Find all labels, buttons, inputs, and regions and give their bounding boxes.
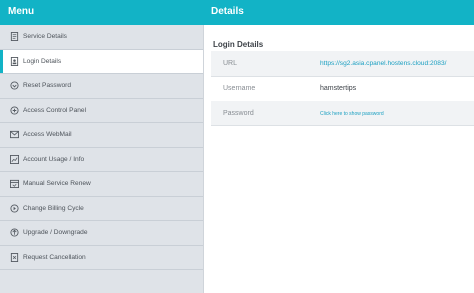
show-password-link[interactable]: Click here to show password: [320, 111, 384, 117]
row-divider: [211, 125, 474, 126]
url-row: URL https://sg2.asia.cpanel.hostens.clou…: [211, 51, 474, 76]
login-icon: [10, 56, 19, 66]
url-label: URL: [223, 60, 238, 67]
document-icon: [10, 32, 19, 42]
upgrade-icon: [10, 228, 19, 237]
cancel-icon: [10, 252, 19, 262]
cycle-icon: [10, 204, 19, 213]
sidebar-item-access-webmail[interactable]: Access WebMail: [0, 123, 203, 148]
sidebar-item-reset-password[interactable]: Reset Password: [0, 74, 203, 99]
menu-title: Menu: [8, 6, 35, 17]
section-title: Login Details: [213, 40, 264, 49]
sidebar-item-service-details[interactable]: Service Details: [0, 25, 203, 50]
top-bar: Menu Details: [0, 0, 474, 25]
details-title: Details: [211, 6, 244, 17]
sidebar-menu: Service Details Login Details Reset Pass…: [0, 25, 203, 293]
sidebar-item-label: Change Billing Cycle: [23, 204, 84, 212]
sidebar-item-label: Service Details: [23, 33, 67, 41]
username-value: hamstertips: [320, 85, 357, 92]
calendar-icon: [10, 179, 19, 189]
sidebar-item-account-usage[interactable]: Account Usage / Info: [0, 148, 203, 172]
sidebar-item-label: Upgrade / Downgrade: [23, 229, 88, 237]
chart-icon: [10, 154, 19, 164]
sidebar-item-request-cancellation[interactable]: Request Cancellation: [0, 246, 203, 270]
sidebar-item-label: Access Control Panel: [23, 106, 87, 114]
username-row: Username hamstertips: [211, 76, 474, 101]
sidebar-item-manual-service-renew[interactable]: Manual Service Renew: [0, 172, 203, 197]
sidebar-item-label: Access WebMail: [23, 131, 72, 139]
sidebar-item-login-details[interactable]: Login Details: [0, 49, 203, 74]
password-row: Password Click here to show password: [211, 101, 474, 126]
password-label: Password: [223, 110, 254, 117]
sidebar-item-label: Request Cancellation: [23, 253, 86, 261]
sidebar-item-upgrade-downgrade[interactable]: Upgrade / Downgrade: [0, 221, 203, 246]
sidebar-item-label: Manual Service Renew: [23, 180, 91, 188]
mail-icon: [10, 130, 19, 139]
sidebar-item-label: Reset Password: [23, 82, 72, 90]
control-panel-icon: [10, 106, 19, 115]
sidebar-item-label: Login Details: [23, 57, 62, 65]
sidebar-item-change-billing-cycle[interactable]: Change Billing Cycle: [0, 197, 203, 221]
key-icon: [10, 81, 19, 90]
url-link[interactable]: https://sg2.asia.cpanel.hostens.cloud:20…: [320, 60, 446, 67]
sidebar-item-label: Account Usage / Info: [23, 155, 85, 163]
username-label: Username: [223, 85, 256, 92]
panel-divider: [203, 25, 204, 293]
sidebar-item-access-control-panel[interactable]: Access Control Panel: [0, 99, 203, 123]
